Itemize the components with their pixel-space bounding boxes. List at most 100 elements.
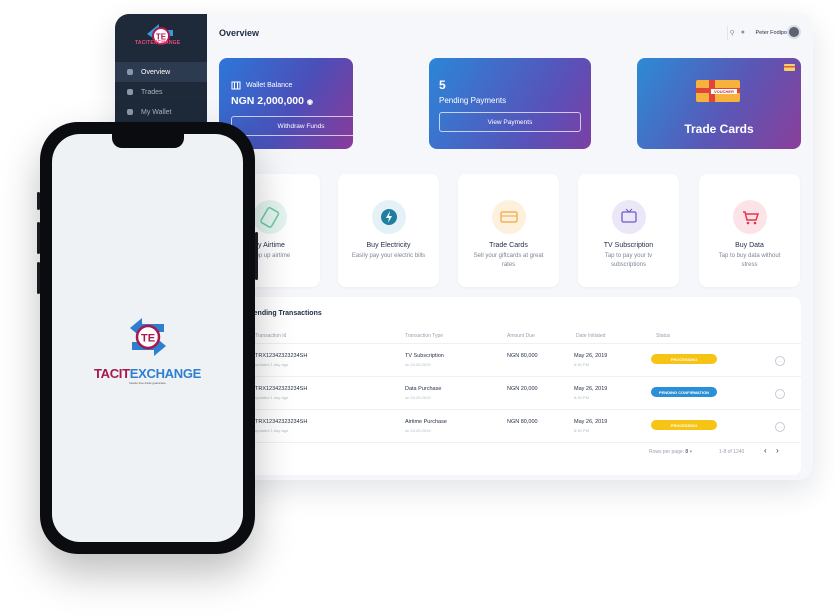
service-subtitle: Easily pay your electric bills bbox=[351, 253, 426, 259]
pending-label: Pending Payments bbox=[439, 96, 507, 105]
wallet-icon bbox=[231, 81, 241, 90]
pending-payments-card: 5 Pending Payments View Payments bbox=[429, 58, 591, 149]
status-badge: PROCESSING bbox=[651, 354, 717, 364]
rows-per-page[interactable]: Rows per page: 8 ▾ bbox=[649, 449, 692, 455]
trade-cards-card[interactable]: VOUCHER Trade Cards bbox=[637, 58, 801, 149]
app-logo-text: TE bbox=[141, 333, 155, 345]
brand-tacit: TACIT bbox=[93, 366, 130, 381]
user-name[interactable]: Peter Fodipo bbox=[756, 30, 788, 36]
view-payments-button[interactable]: View Payments bbox=[439, 112, 581, 132]
column-header: Transaction Type bbox=[405, 333, 444, 339]
voucher-text: VOUCHER bbox=[714, 89, 734, 94]
pending-transactions-panel: Pending Transactions Transaction id Tran… bbox=[219, 297, 801, 475]
date-initiated: May 26, 2019 bbox=[574, 353, 608, 359]
service-title: Buy Data bbox=[735, 242, 764, 249]
side-button bbox=[37, 222, 40, 254]
column-header: Amount Due bbox=[507, 333, 535, 339]
service-tv-subscription[interactable]: TV Subscription Tap to pay your tv subsc… bbox=[578, 174, 679, 287]
transaction-type-date: on 24.05.2019 bbox=[405, 428, 431, 433]
transaction-type: TV Subscription bbox=[405, 353, 444, 359]
cart-icon bbox=[733, 200, 767, 234]
eye-icon[interactable]: ◉ bbox=[307, 99, 313, 106]
status-badge: PROCESSING bbox=[651, 420, 717, 430]
service-subtitle: Tap to buy data without stress bbox=[718, 253, 781, 268]
card-icon bbox=[127, 89, 133, 95]
time-initiated: 6:30 PM bbox=[574, 428, 589, 433]
pending-count: 5 bbox=[439, 78, 446, 92]
sidebar-brand: TACITEXCHANGE bbox=[135, 40, 180, 46]
sidebar-item-overview[interactable]: Overview bbox=[115, 62, 207, 82]
sidebar-item-label: Trades bbox=[141, 88, 163, 96]
search-icon[interactable]: ⚲ bbox=[730, 29, 735, 37]
pie-chart-icon bbox=[127, 69, 133, 75]
status-badge: PENDING CONFIRMATION bbox=[651, 387, 717, 397]
table-row[interactable]: TRX12342323234SH updated 1 day ago Airti… bbox=[219, 409, 801, 442]
trade-cards-title: Trade Cards bbox=[684, 122, 754, 136]
transaction-id: TRX12342323234SH bbox=[255, 386, 308, 392]
withdraw-funds-button[interactable]: Withdraw Funds bbox=[231, 116, 353, 136]
avatar[interactable] bbox=[787, 25, 801, 39]
app-logo-icon: TE bbox=[130, 318, 166, 356]
table-row[interactable]: TRX12342323234SH updated 1 day ago TV Su… bbox=[219, 343, 801, 376]
service-title: TV Subscription bbox=[603, 242, 654, 249]
side-button bbox=[255, 232, 258, 280]
amount-due: NGN 80,000 bbox=[507, 353, 538, 359]
brand-exchange: EXCHANGE bbox=[129, 366, 202, 381]
time-initiated: 6:30 PM bbox=[574, 362, 589, 367]
column-header: Transaction id bbox=[255, 333, 287, 339]
transaction-type-date: on 24.05.2019 bbox=[405, 395, 431, 400]
amount-due: NGN 20,000 bbox=[507, 386, 538, 392]
transaction-type: Airtime Purchase bbox=[405, 419, 447, 425]
pagination-range: 1-8 of 1240 bbox=[719, 449, 745, 455]
service-trade-cards[interactable]: Trade Cards Sell your giftcards at great… bbox=[458, 174, 559, 287]
sidebar-item-my-wallet[interactable]: My Wallet bbox=[115, 102, 207, 122]
wallet-icon bbox=[127, 109, 133, 115]
service-buy-data[interactable]: Buy Data Tap to buy data without stress bbox=[699, 174, 800, 287]
prev-page-icon[interactable]: ‹ bbox=[764, 446, 767, 455]
gift-card-flag-icon bbox=[784, 64, 795, 71]
amount-due: NGN 80,000 bbox=[507, 419, 538, 425]
chevron-down-icon: ▾ bbox=[688, 449, 693, 455]
brand-tacit: TACIT bbox=[135, 40, 151, 46]
brand-tagline: hassle free trade guarantee bbox=[129, 381, 166, 385]
row-divider bbox=[219, 442, 801, 443]
notification-icon[interactable]: ● bbox=[741, 29, 745, 37]
more-icon[interactable]: ⋯ bbox=[775, 422, 785, 432]
transaction-type: Data Purchase bbox=[405, 386, 442, 392]
next-page-icon[interactable]: › bbox=[776, 446, 779, 455]
transaction-updated: updated 1 day ago bbox=[255, 395, 289, 400]
phone-notch bbox=[112, 134, 184, 148]
lightning-icon bbox=[372, 200, 406, 234]
brand-exchange: EXCHANGE bbox=[150, 40, 181, 46]
rows-per-page-label: Rows per page: bbox=[649, 449, 685, 455]
column-header: Status bbox=[656, 333, 671, 339]
brand-wordmark: TACITEXCHANGE bbox=[52, 366, 243, 381]
transaction-id: TRX12342323234SH bbox=[255, 353, 308, 359]
time-initiated: 6:30 PM bbox=[574, 395, 589, 400]
service-buy-electricity[interactable]: Buy Electricity Easily pay your electric… bbox=[338, 174, 439, 287]
table-row[interactable]: TRX12342323234SH updated 1 day ago Data … bbox=[219, 376, 801, 409]
phone-icon bbox=[253, 200, 287, 234]
transaction-id: TRX12342323234SH bbox=[255, 419, 308, 425]
transaction-updated: updated 1 day ago bbox=[255, 362, 289, 367]
sidebar-item-label: My Wallet bbox=[141, 108, 172, 116]
tv-icon bbox=[612, 200, 646, 234]
divider bbox=[727, 26, 728, 40]
stage: TE TACITEXCHANGE Overview Trades My Wall… bbox=[0, 0, 835, 616]
logo-icon: TE bbox=[147, 24, 173, 45]
side-button bbox=[37, 262, 40, 294]
service-subtitle: Sell your giftcards at great rates bbox=[473, 253, 544, 268]
voucher-icon: VOUCHER bbox=[696, 80, 740, 102]
transaction-type-date: on 24.05.2019 bbox=[405, 362, 431, 367]
more-icon[interactable]: ⋯ bbox=[775, 356, 785, 366]
more-icon[interactable]: ⋯ bbox=[775, 389, 785, 399]
service-title: Trade Cards bbox=[489, 242, 528, 249]
transaction-updated: updated 1 day ago bbox=[255, 428, 289, 433]
date-initiated: May 26, 2019 bbox=[574, 386, 608, 392]
giftcard-icon bbox=[492, 200, 526, 234]
sidebar-item-label: Overview bbox=[141, 68, 171, 76]
transactions-title: Pending Transactions bbox=[249, 310, 322, 317]
page-title: Overview bbox=[219, 28, 260, 38]
date-initiated: May 26, 2019 bbox=[574, 419, 608, 425]
sidebar-item-trades[interactable]: Trades bbox=[115, 82, 207, 102]
